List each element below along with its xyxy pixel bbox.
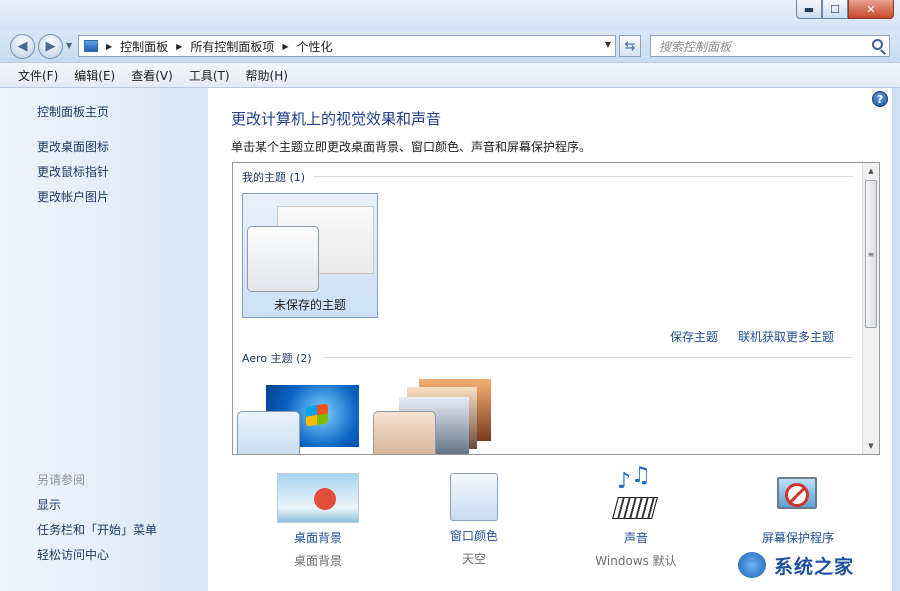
piano-keys-icon <box>612 497 658 519</box>
menu-help[interactable]: 帮助(H) <box>238 67 296 84</box>
watermark-text: 系统之家 <box>774 555 855 578</box>
address-dropdown-icon[interactable]: ▼ <box>605 40 611 49</box>
none-icon <box>785 483 809 507</box>
address-bar[interactable]: ▶ 控制面板 ▶ 所有控制面板项 ▶ 个性化 ▼ <box>78 35 616 57</box>
music-note-icon: ♪ <box>617 469 632 494</box>
page-description: 单击某个主题立即更改桌面背景、窗口颜色、声音和屏幕保护程序。 <box>231 140 592 154</box>
search-icon[interactable] <box>872 39 883 50</box>
page-title: 更改计算机上的视觉效果和声音 <box>231 110 442 128</box>
theme-list[interactable]: 我的主题 (1) 未保存的主题 保存主题 联机获取更多主题 Aero 主题 (2… <box>232 162 880 455</box>
refresh-button[interactable]: ⇆ <box>619 35 641 57</box>
group-divider <box>323 357 853 358</box>
search-box[interactable]: 搜索控制面板 <box>650 35 890 57</box>
setting-desktop-background[interactable]: 桌面背景 桌面背景 <box>243 473 393 569</box>
task-pane: 控制面板主页 更改桌面图标 更改鼠标指针 更改帐户图片 另请参阅 显示 任务栏和… <box>0 88 208 591</box>
sounds-icon: ♪ ♫ <box>611 463 661 523</box>
theme-preview-window <box>247 226 319 292</box>
windows-logo-icon <box>306 403 328 427</box>
get-more-themes-link[interactable]: 联机获取更多主题 <box>738 328 834 345</box>
sidebar-item-change-account-picture[interactable]: 更改帐户图片 <box>37 188 109 205</box>
scroll-down-icon[interactable]: ▼ <box>863 438 879 454</box>
desktop-background-thumbnail <box>314 488 336 510</box>
aero-themes-heading: Aero 主题 (2) <box>242 352 312 365</box>
setting-sounds[interactable]: ♪ ♫ 声音 Windows 默认 <box>561 463 711 569</box>
setting-label[interactable]: 窗口颜色 <box>399 527 549 544</box>
desktop-background-icon <box>277 473 359 523</box>
setting-label[interactable]: 声音 <box>561 529 711 546</box>
sidebar-item-control-panel-home[interactable]: 控制面板主页 <box>37 103 109 120</box>
search-input[interactable]: 搜索控制面板 <box>659 38 731 55</box>
setting-value: 桌面背景 <box>293 554 342 568</box>
watermark: 系统之家 <box>734 545 894 585</box>
theme-list-scrollbar[interactable]: ▲ ≡ ▼ <box>862 163 879 454</box>
see-also-ease-of-access[interactable]: 轻松访问中心 <box>37 546 109 563</box>
setting-value: Windows 默认 <box>595 554 677 568</box>
scroll-up-icon[interactable]: ▲ <box>863 163 879 179</box>
breadcrumb-separator-icon[interactable]: ▶ <box>282 42 288 51</box>
setting-label[interactable]: 桌面背景 <box>243 529 393 546</box>
save-theme-link[interactable]: 保存主题 <box>670 328 718 345</box>
theme-unsaved[interactable]: 未保存的主题 <box>242 193 378 318</box>
menu-bar: 文件(F) 编辑(E) 查看(V) 工具(T) 帮助(H) <box>0 62 900 88</box>
close-button[interactable]: ✕ <box>848 0 894 19</box>
theme-unsaved-label: 未保存的主题 <box>273 298 346 312</box>
see-also-display[interactable]: 显示 <box>37 496 61 513</box>
minimize-button[interactable]: ▬ <box>796 0 822 19</box>
group-divider <box>313 176 853 177</box>
setting-window-color[interactable]: 窗口颜色 天空 <box>399 473 549 567</box>
my-themes-heading: 我的主题 (1) <box>242 171 306 184</box>
breadcrumb-separator-icon[interactable]: ▶ <box>176 42 182 51</box>
window-controls: ▬ ☐ ✕ <box>796 0 894 19</box>
control-panel-icon <box>84 40 98 52</box>
menu-view[interactable]: 查看(V) <box>123 67 181 84</box>
see-also-taskbar-start-menu[interactable]: 任务栏和「开始」菜单 <box>37 521 157 538</box>
theme-preview-window <box>237 411 300 454</box>
theme-preview-window <box>373 411 436 454</box>
sidebar-item-change-desktop-icons[interactable]: 更改桌面图标 <box>37 138 109 155</box>
menu-tools[interactable]: 工具(T) <box>181 67 238 84</box>
breadcrumb-separator-icon[interactable]: ▶ <box>106 42 112 51</box>
setting-screen-saver[interactable]: 屏幕保护程序 <box>723 473 873 552</box>
maximize-button[interactable]: ☐ <box>822 0 848 19</box>
breadcrumb-personalization[interactable]: 个性化 <box>297 38 333 55</box>
breadcrumb-all-items[interactable]: 所有控制面板项 <box>190 38 274 55</box>
watermark-logo-icon <box>734 550 770 580</box>
scroll-thumb[interactable]: ≡ <box>865 180 877 328</box>
navigation-bar: ◀ ▶ ▼ ▶ 控制面板 ▶ 所有控制面板项 ▶ 个性化 ▼ ⇆ 搜索控制面板 <box>0 30 900 62</box>
main-content: ? 更改计算机上的视觉效果和声音 单击某个主题立即更改桌面背景、窗口颜色、声音和… <box>208 88 892 591</box>
breadcrumb-control-panel[interactable]: 控制面板 <box>120 38 168 55</box>
menu-edit[interactable]: 编辑(E) <box>66 67 123 84</box>
refresh-icon: ⇆ <box>624 38 636 54</box>
back-button[interactable]: ◀ <box>10 34 35 59</box>
see-also-heading: 另请参阅 <box>37 473 86 487</box>
sidebar-item-change-mouse-pointers[interactable]: 更改鼠标指针 <box>37 163 109 180</box>
setting-label[interactable]: 屏幕保护程序 <box>723 529 873 546</box>
screen-saver-icon <box>775 473 821 523</box>
music-note-icon: ♫ <box>631 463 651 488</box>
forward-button[interactable]: ▶ <box>38 34 63 59</box>
title-bar: ▬ ☐ ✕ <box>0 0 900 30</box>
help-icon[interactable]: ? <box>872 91 888 107</box>
window-color-icon <box>450 473 498 521</box>
setting-value: 天空 <box>461 552 486 566</box>
menu-file[interactable]: 文件(F) <box>10 67 66 84</box>
recent-pages-dropdown-icon[interactable]: ▼ <box>66 41 72 50</box>
